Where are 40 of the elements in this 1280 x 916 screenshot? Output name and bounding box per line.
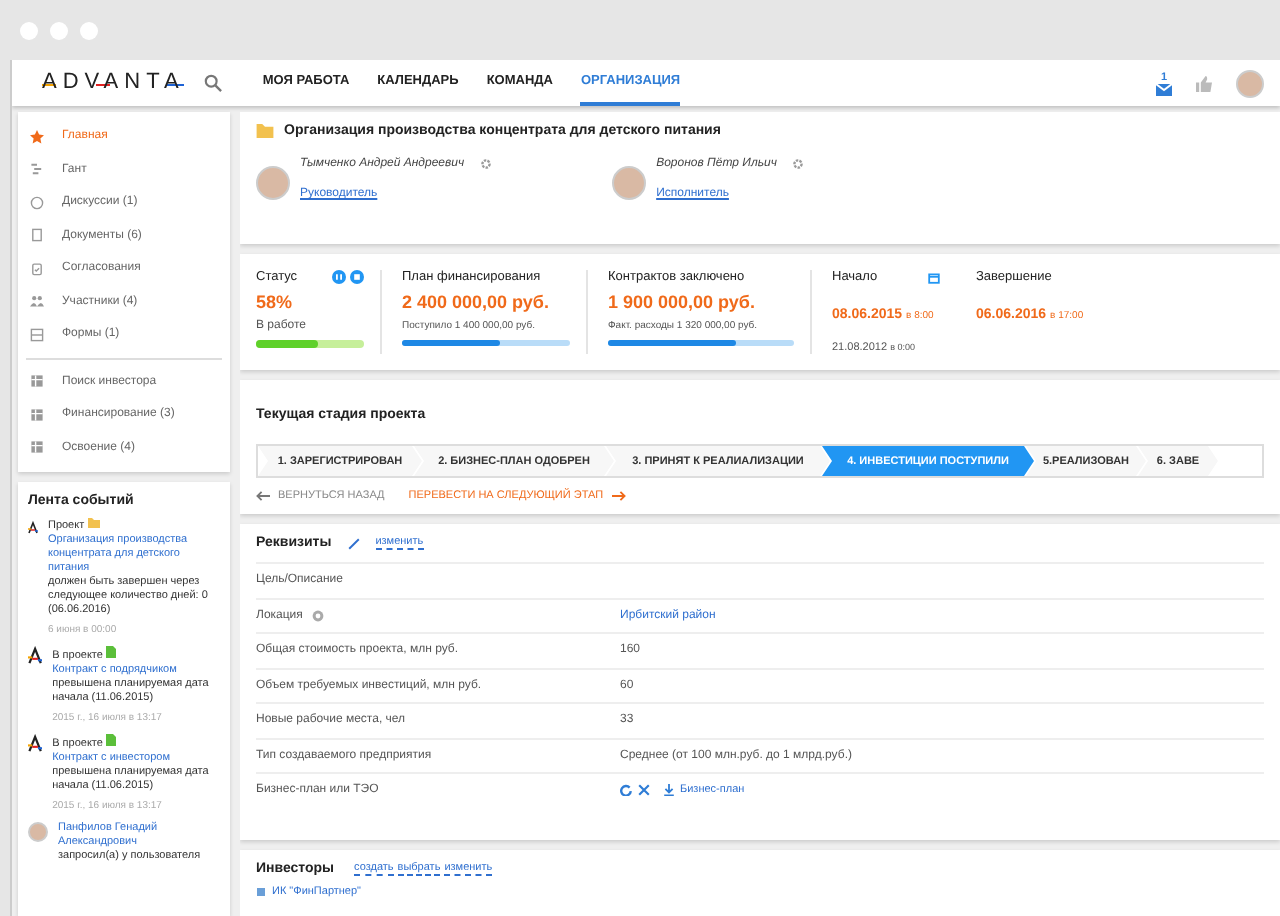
window-dot [20,21,38,39]
table-icon [30,407,44,422]
refresh-icon[interactable] [620,784,632,797]
gantt-icon [30,162,44,177]
folder-icon [87,518,100,528]
users-icon [30,294,44,309]
logo-icon [28,646,43,666]
stop-icon[interactable] [350,270,364,284]
user-avatar[interactable] [1236,69,1264,97]
person-avatar [612,165,647,199]
search-icon[interactable] [204,74,223,92]
mail-icon[interactable] [1156,83,1172,95]
stat-amount: 2 400 000,00 руб. [402,292,551,312]
pause-icon[interactable] [332,270,346,284]
arrow-left-icon [256,490,270,502]
calendar-icon[interactable] [928,271,940,283]
arrow-right-icon [611,490,626,502]
thumbs-up-icon[interactable] [1196,75,1212,91]
building-icon [256,886,266,896]
document-icon [105,646,116,658]
table-icon [30,374,44,389]
close-icon[interactable] [638,784,650,797]
folder-icon [256,124,274,138]
pencil-icon [347,537,360,549]
person-avatar [256,165,290,199]
status-percent: 58% [256,292,295,312]
star-icon [30,129,44,144]
chat-icon [30,195,44,210]
document-icon [105,734,116,746]
stat-amount: 1 900 000,00 руб. [608,292,757,312]
window-dot [80,21,98,39]
clipboard-icon [30,261,44,276]
download-icon[interactable] [664,784,674,797]
document-icon [30,228,44,243]
user-avatar [28,822,48,842]
logo-icon [28,734,43,754]
table-icon [30,440,44,455]
form-icon [30,327,44,342]
window-dot [50,21,68,39]
logo-icon [28,518,38,538]
